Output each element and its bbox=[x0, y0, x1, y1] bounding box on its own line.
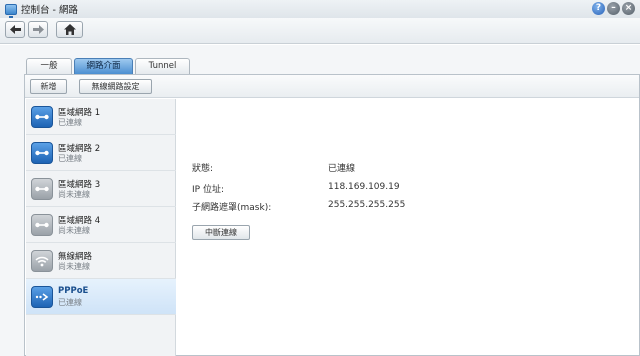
status-value: 已連線 bbox=[328, 164, 356, 174]
mask-label: 子網路遮罩(mask): bbox=[192, 203, 272, 213]
interface-list: 區域網路 1 已連線 區域網路 2 已連線 區域網路 3 尚未連線 區域網路 4… bbox=[26, 99, 176, 356]
arrow-left-icon bbox=[9, 25, 21, 34]
item-status: 尚未連線 bbox=[58, 226, 90, 235]
list-item-lan1[interactable]: 區域網路 1 已連線 bbox=[26, 99, 176, 135]
list-item-pppoe[interactable]: PPPoE 已連線 bbox=[26, 279, 176, 315]
back-button[interactable] bbox=[5, 21, 25, 38]
content-area: 一般 網路介面 Tunnel 新增 無線網路設定 區域網路 1 已連線 區域網路… bbox=[0, 45, 640, 356]
panel-toolbar: 新增 無線網路設定 bbox=[25, 75, 639, 98]
home-icon bbox=[63, 24, 76, 35]
list-item-lan3[interactable]: 區域網路 3 尚未連線 bbox=[26, 171, 176, 207]
lan-icon bbox=[31, 214, 53, 236]
list-item-lan2[interactable]: 區域網路 2 已連線 bbox=[26, 135, 176, 171]
tab-general[interactable]: 一般 bbox=[26, 58, 72, 74]
help-icon[interactable]: ? bbox=[592, 2, 605, 15]
item-name: PPPoE bbox=[58, 286, 89, 296]
interface-panel: 新增 無線網路設定 區域網路 1 已連線 區域網路 2 已連線 區域網路 3 尚… bbox=[24, 74, 640, 356]
forward-button[interactable] bbox=[28, 21, 48, 38]
control-panel-icon bbox=[5, 3, 17, 18]
navigation-toolbar bbox=[0, 18, 640, 44]
item-status: 尚未連線 bbox=[58, 262, 90, 271]
item-status: 已連線 bbox=[58, 154, 82, 163]
ip-label: IP 位址: bbox=[192, 185, 224, 195]
lan-icon bbox=[31, 178, 53, 200]
arrow-right-icon bbox=[32, 25, 44, 34]
lan-icon bbox=[31, 106, 53, 128]
status-label: 狀態: bbox=[192, 164, 214, 174]
window-title: 控制台 - 網路 bbox=[21, 5, 78, 16]
wireless-settings-button[interactable]: 無線網路設定 bbox=[79, 79, 152, 94]
item-status: 尚未連線 bbox=[58, 190, 90, 199]
list-item-wireless[interactable]: 無線網路 尚未連線 bbox=[26, 243, 176, 279]
mask-value: 255.255.255.255 bbox=[328, 200, 406, 210]
wifi-icon bbox=[31, 250, 53, 272]
lan-icon bbox=[31, 142, 53, 164]
window-controls: ? – × bbox=[592, 2, 635, 15]
minimize-icon[interactable]: – bbox=[607, 2, 620, 15]
ip-value: 118.169.109.19 bbox=[328, 182, 400, 192]
pppoe-icon bbox=[31, 286, 53, 308]
home-button[interactable] bbox=[56, 21, 83, 38]
tab-tunnel[interactable]: Tunnel bbox=[135, 58, 190, 74]
item-status: 已連線 bbox=[58, 118, 82, 127]
add-button[interactable]: 新增 bbox=[30, 79, 67, 94]
item-status: 已連線 bbox=[58, 298, 82, 307]
list-item-lan4[interactable]: 區域網路 4 尚未連線 bbox=[26, 207, 176, 243]
tab-bar: 一般 網路介面 Tunnel bbox=[26, 58, 192, 74]
close-icon[interactable]: × bbox=[622, 2, 635, 15]
tab-network-interface[interactable]: 網路介面 bbox=[74, 58, 133, 74]
title-bar: 控制台 - 網路 ? – × bbox=[0, 0, 640, 18]
disconnect-button[interactable]: 中斷連線 bbox=[192, 225, 250, 240]
